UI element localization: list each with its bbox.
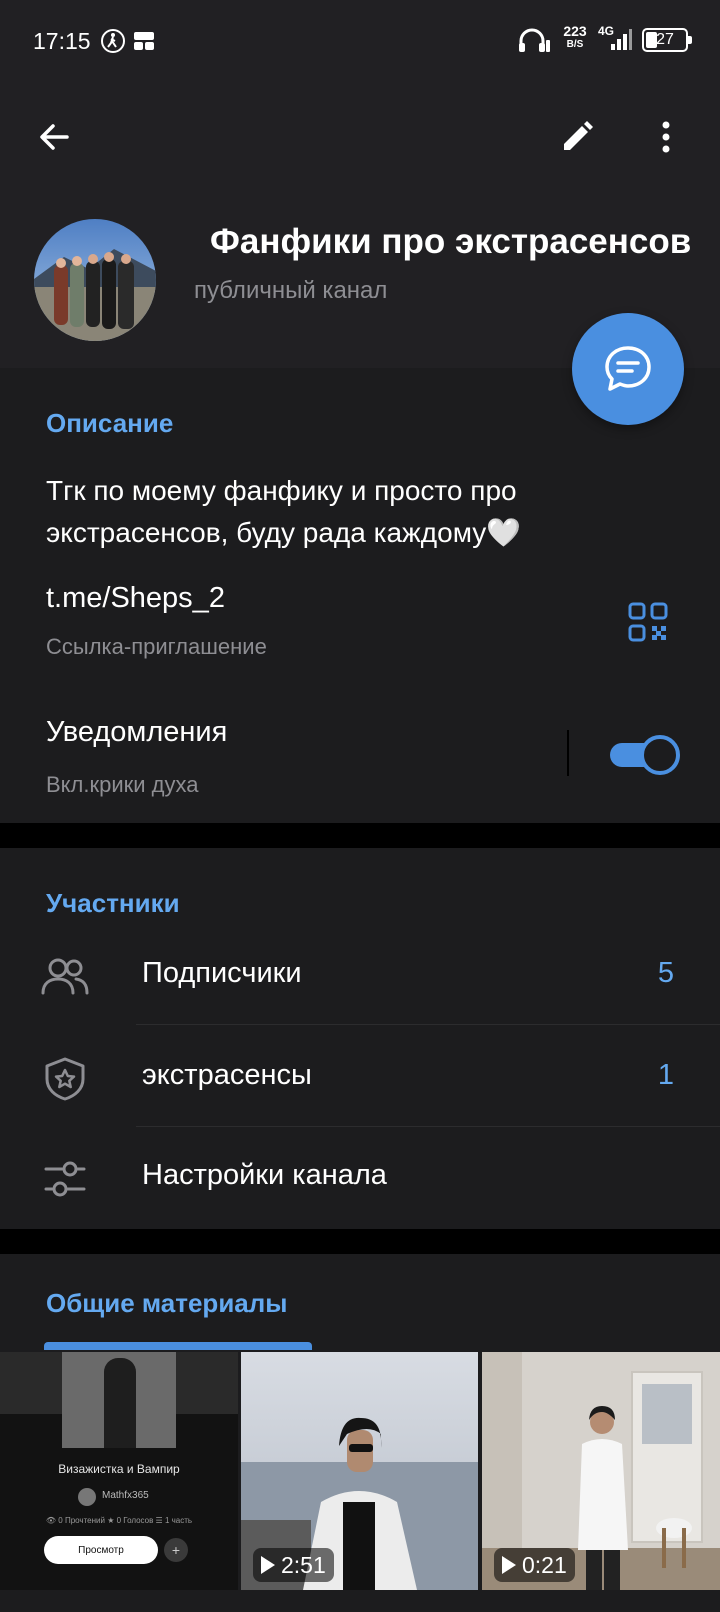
signal-icon xyxy=(611,29,632,50)
chat-bubble-icon xyxy=(605,346,651,391)
invite-link[interactable]: t.me/Sheps_2 xyxy=(46,582,225,615)
qr-code-icon xyxy=(628,602,668,642)
video-duration-badge: 0:21 xyxy=(494,1548,575,1582)
members-row-label: Подписчики xyxy=(142,957,302,989)
story-add-button: + xyxy=(164,1538,188,1562)
channel-description: Тгк по моему фанфику и просто про экстра… xyxy=(46,475,522,548)
members-row-admins[interactable]: экстрасенсы 1 xyxy=(0,1027,720,1127)
qr-code-button[interactable] xyxy=(624,598,672,646)
discussion-button[interactable] xyxy=(572,313,684,425)
members-row-subscribers[interactable]: Подписчики 5 xyxy=(0,925,720,1025)
notifications-label[interactable]: Уведомления xyxy=(46,716,227,749)
media-item[interactable]: Визажистка и Вампир Mathfx365 👁 0 Прочте… xyxy=(0,1352,238,1590)
more-vertical-icon xyxy=(662,121,670,153)
row-divider xyxy=(136,1024,720,1025)
play-icon xyxy=(502,1556,516,1574)
members-row-label: Настройки канала xyxy=(142,1159,387,1191)
avatar-image xyxy=(34,219,156,341)
media-section-title[interactable]: Общие материалы xyxy=(46,1288,287,1319)
pencil-icon xyxy=(564,121,593,150)
video-duration-badge: 2:51 xyxy=(253,1548,334,1582)
accessibility-icon xyxy=(101,29,125,53)
invite-link-label: Ссылка-приглашение xyxy=(46,634,267,659)
channel-subtitle: публичный канал xyxy=(194,277,388,304)
users-icon xyxy=(41,958,89,995)
battery-icon: 27 xyxy=(642,28,692,52)
media-item[interactable]: 2:51 xyxy=(241,1352,478,1590)
notifications-divider xyxy=(567,730,569,776)
channel-title: Фанфики про экстрасенсов xyxy=(210,222,692,261)
net-speed: 223 B/S xyxy=(563,23,587,50)
back-button[interactable] xyxy=(30,112,80,162)
media-item[interactable]: 0:21 xyxy=(482,1352,720,1590)
members-row-count: 5 xyxy=(657,957,674,989)
members-row-count: 1 xyxy=(657,1059,674,1091)
notifications-toggle[interactable] xyxy=(610,735,680,775)
channel-avatar[interactable] xyxy=(34,219,156,341)
story-title: Визажистка и Вампир xyxy=(58,1462,180,1476)
story-author: Mathfx365 xyxy=(102,1490,149,1501)
headphones-icon xyxy=(519,28,550,52)
author-avatar xyxy=(78,1488,96,1506)
story-cover xyxy=(62,1352,176,1448)
app-grid-icon xyxy=(134,32,154,50)
shield-star-icon xyxy=(45,1057,85,1101)
description-section-title: Описание xyxy=(46,408,174,438)
more-button[interactable] xyxy=(646,112,686,162)
members-row-settings[interactable]: Настройки канала xyxy=(0,1127,720,1227)
edit-button[interactable] xyxy=(552,112,602,162)
notifications-value: Вкл.крики духа xyxy=(46,772,199,797)
media-tab-indicator xyxy=(44,1342,312,1350)
members-row-label: экстрасенсы xyxy=(142,1059,312,1091)
status-time: 17:15 xyxy=(33,28,91,54)
sliders-icon xyxy=(44,1161,86,1197)
story-view-button: Просмотр xyxy=(44,1536,158,1564)
members-section-title: Участники xyxy=(46,888,180,918)
arrow-left-icon xyxy=(40,124,69,150)
play-icon xyxy=(261,1556,275,1574)
battery-level: 27 xyxy=(656,31,674,48)
story-stats: 👁 0 Прочтений ★ 0 Голосов ☰ 1 часть xyxy=(45,1516,193,1525)
status-bar: 17:15 223 B/S 4G 27 xyxy=(0,0,720,84)
toggle-knob xyxy=(640,735,680,775)
